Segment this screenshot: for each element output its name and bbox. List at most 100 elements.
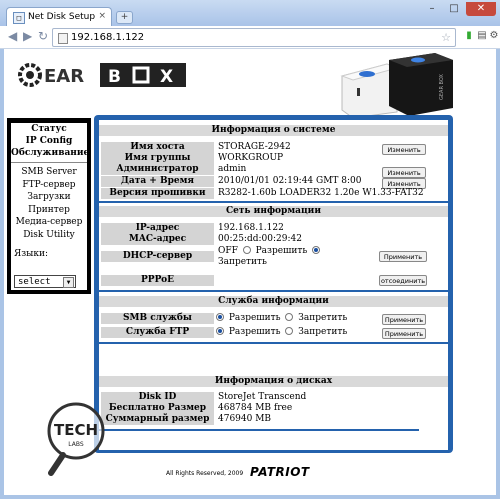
main-panel-inner: Информация о системе Имя хоста STORAGE-2… bbox=[99, 120, 448, 450]
section-divider bbox=[99, 342, 448, 344]
smb-allow-radio[interactable] bbox=[216, 312, 224, 321]
footer-copyright: All Rights Reserved, 2009 bbox=[166, 470, 244, 477]
browser-window: ◻ Net Disk Setup × + – □ ✕ ◀ ▶ ↻ 192.168… bbox=[0, 0, 500, 499]
page-favicon-icon: ◻ bbox=[13, 12, 25, 24]
dhcp-off-radio[interactable] bbox=[242, 245, 251, 254]
dhcp-apply-button[interactable]: Применить bbox=[379, 251, 427, 262]
sidebar-item-ftp-server[interactable]: FTP-сервер bbox=[11, 179, 87, 192]
section-divider bbox=[99, 429, 419, 431]
dhcp-options: OFF Разрешить bbox=[218, 245, 322, 257]
bookmark-star-icon[interactable]: ☆ bbox=[441, 29, 451, 46]
sidebar-item-status[interactable]: Статус bbox=[11, 123, 87, 135]
browser-toolbar: ◀ ▶ ↻ 192.168.1.122 ☆ ▮ ▤ ⚙ bbox=[0, 26, 500, 49]
pppoe-disconnect-button[interactable]: отсоединить bbox=[379, 275, 427, 286]
smb-deny-text: Запретить bbox=[298, 313, 348, 323]
admin-value: admin bbox=[218, 164, 247, 174]
gearbox-logo: EAR B X bbox=[18, 63, 186, 87]
free-space-value: 468784 MB free bbox=[218, 403, 293, 413]
maximize-button[interactable]: □ bbox=[444, 2, 464, 16]
language-select[interactable]: select ▼ bbox=[14, 275, 76, 288]
sidebar-item-downloads[interactable]: Загрузки bbox=[11, 191, 87, 204]
minimize-button[interactable]: – bbox=[422, 2, 442, 16]
ftp-allow-radio[interactable] bbox=[216, 326, 224, 335]
browser-tab[interactable]: ◻ Net Disk Setup × bbox=[6, 7, 112, 27]
pppoe-label: PPPoE bbox=[101, 275, 214, 286]
ftp-options: Разрешить Запретить bbox=[214, 326, 348, 338]
sidebar-divider bbox=[11, 162, 87, 163]
back-icon[interactable]: ◀ bbox=[8, 29, 17, 43]
table-row: Суммарный размер 476940 MB bbox=[99, 414, 448, 425]
free-space-label: Бесплатно Размер bbox=[101, 403, 214, 414]
address-bar[interactable]: 192.168.1.122 ☆ bbox=[52, 28, 456, 47]
dhcp-deny-text: Запретить bbox=[218, 257, 267, 267]
tab-close-icon[interactable]: × bbox=[98, 11, 106, 21]
workgroup-label: Имя группы bbox=[101, 153, 214, 164]
ftp-deny-radio[interactable] bbox=[285, 326, 294, 335]
table-row: Администратор admin Изменить bbox=[99, 164, 448, 178]
ftp-service-label: Служба FTP bbox=[101, 327, 214, 338]
new-tab-button[interactable]: + bbox=[116, 11, 133, 24]
svg-text:TECH: TECH bbox=[54, 421, 98, 439]
network-info-header: Сеть информации bbox=[99, 206, 448, 217]
workgroup-value: WORKGROUP bbox=[218, 153, 284, 163]
ftp-apply-button[interactable]: Применить bbox=[382, 328, 426, 339]
url-text: 192.168.1.122 bbox=[71, 32, 145, 43]
sidebar-item-disk-utility[interactable]: Disk Utility bbox=[11, 229, 87, 242]
table-row: IP-адрес 192.168.1.122 bbox=[99, 223, 448, 234]
language-select-value: select bbox=[18, 277, 51, 287]
ip-value: 192.168.1.122 bbox=[218, 223, 284, 233]
disk-id-value: StoreJet Transcend bbox=[218, 392, 307, 402]
smb-allow-text: Разрешить bbox=[228, 313, 281, 323]
mac-value: 00:25:dd:00:29:42 bbox=[218, 234, 302, 244]
reload-icon[interactable]: ↻ bbox=[38, 29, 48, 43]
table-row: Бесплатно Размер 468784 MB free bbox=[99, 403, 448, 414]
svg-text:GEAR BOX: GEAR BOX bbox=[439, 74, 445, 100]
admin-label: Администратор bbox=[101, 164, 214, 175]
signal-extension-icon[interactable]: ▮ bbox=[463, 30, 475, 42]
wrench-icon[interactable]: ⚙ bbox=[488, 30, 500, 42]
table-row: PPPoE отсоединить bbox=[99, 275, 448, 286]
datetime-value: 2010/01/01 02:19:44 GMT 8:00 bbox=[218, 176, 362, 186]
dropdown-arrow-icon: ▼ bbox=[63, 277, 74, 288]
table-row: Версия прошивки R3282-1.60b LOADER32 1.2… bbox=[99, 188, 448, 199]
firmware-label: Версия прошивки bbox=[101, 188, 214, 199]
table-row: Дата + Время 2010/01/01 02:19:44 GMT 8:0… bbox=[99, 176, 448, 189]
dhcp-label: DHCP-сервер bbox=[101, 251, 214, 262]
page-content: EAR B X GEAR BOX Статус IP Config Обслуж… bbox=[4, 49, 496, 495]
dhcp-allow-text: Разрешить bbox=[255, 246, 308, 256]
table-row: Имя группы WORKGROUP bbox=[99, 153, 448, 164]
disk-id-label: Disk ID bbox=[101, 392, 214, 403]
svg-text:EAR: EAR bbox=[44, 66, 84, 87]
table-row: MAC-адрес 00:25:dd:00:29:42 bbox=[99, 234, 448, 245]
total-size-value: 476940 MB bbox=[218, 414, 272, 424]
forward-icon[interactable]: ▶ bbox=[23, 29, 32, 43]
smb-options: Разрешить Запретить bbox=[214, 312, 348, 324]
system-info-header: Информация о системе bbox=[99, 125, 448, 136]
sidebar-item-printer[interactable]: Принтер bbox=[11, 204, 87, 217]
smb-deny-radio[interactable] bbox=[285, 312, 294, 321]
ftp-deny-text: Запретить bbox=[298, 327, 348, 337]
tab-title: Net Disk Setup bbox=[28, 12, 96, 22]
sidebar-item-maintenance[interactable]: Обслуживание bbox=[11, 147, 89, 159]
table-row: DHCP-сервер OFF Разрешить Запретить Прим… bbox=[99, 245, 448, 268]
total-size-label: Суммарный размер bbox=[101, 414, 214, 425]
table-row: Имя хоста STORAGE-2942 Изменить bbox=[99, 142, 448, 155]
product-image: GEAR BOX bbox=[340, 53, 453, 119]
section-divider bbox=[99, 201, 448, 203]
main-panel: Информация о системе Имя хоста STORAGE-2… bbox=[94, 115, 453, 453]
close-window-button[interactable]: ✕ bbox=[466, 2, 496, 16]
sidebar-item-ip-config[interactable]: IP Config bbox=[11, 135, 87, 147]
disk-info-header: Информация о дисках bbox=[99, 376, 448, 387]
services-info-header: Служба информации bbox=[99, 296, 448, 307]
sidebar-item-smb-server[interactable]: SMB Server bbox=[11, 166, 87, 179]
ftp-allow-text: Разрешить bbox=[228, 327, 281, 337]
section-divider bbox=[99, 290, 448, 292]
page-menu-icon[interactable]: ▤ bbox=[476, 30, 488, 42]
dhcp-allow-radio[interactable] bbox=[312, 245, 321, 254]
dhcp-off-text: OFF bbox=[218, 246, 238, 256]
page-icon bbox=[58, 33, 68, 44]
sidebar-item-media-server[interactable]: Медиа-сервер bbox=[11, 216, 87, 229]
smb-apply-button[interactable]: Применить bbox=[382, 314, 426, 325]
language-label: Языки: bbox=[14, 249, 48, 259]
firmware-value: R3282-1.60b LOADER32 1.20e W1.33-FAT32 bbox=[218, 188, 424, 198]
